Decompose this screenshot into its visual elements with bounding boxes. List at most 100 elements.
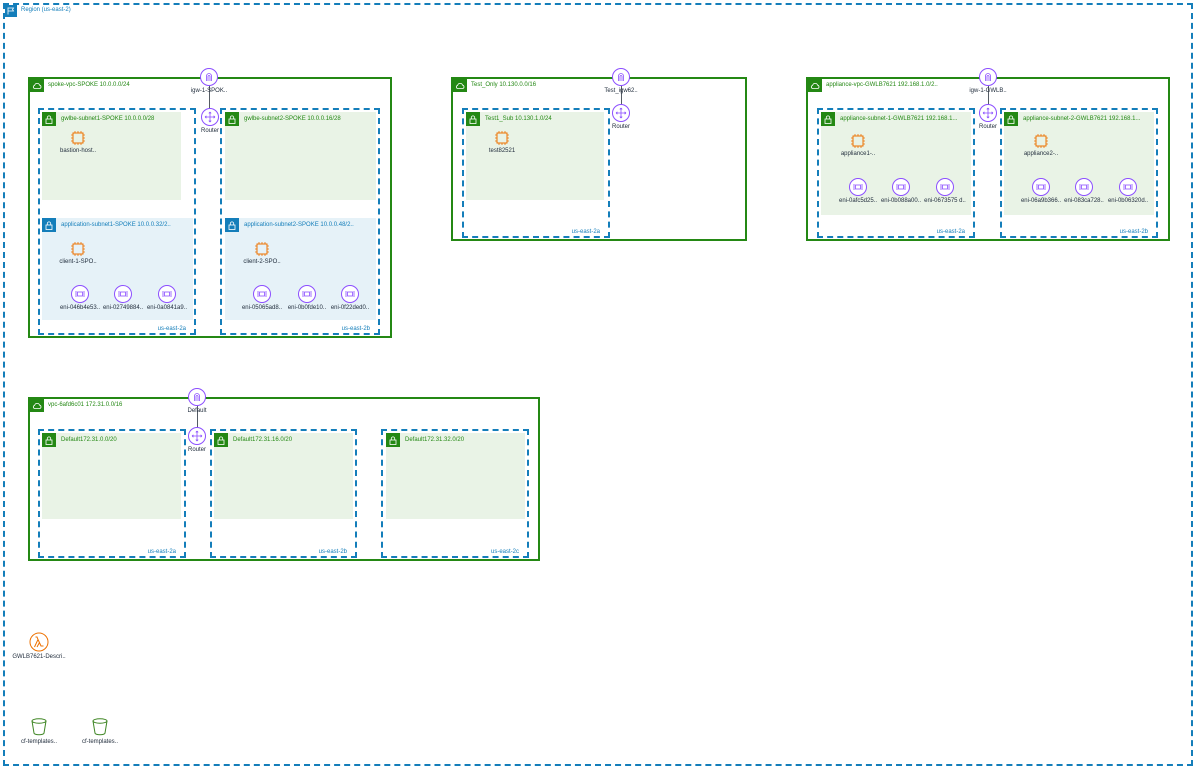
internet-gateway-icon [188,388,206,406]
network-interface-icon [71,285,89,303]
network-interface-icon [892,178,910,196]
az-label: us-east-2b [318,549,347,555]
igw-appliance[interactable]: igw-1-GWLB.. [958,68,1018,94]
lambda-label: GWLB7621-Descri.. [12,654,66,660]
ec2-appliance2[interactable]: appliance2-.. [1011,133,1071,157]
subnet-default-b[interactable]: Default172.31.16.0/20 [214,433,353,519]
az-label: us-east-2a [157,326,186,332]
router-icon [188,427,206,445]
network-interface-icon [1119,178,1137,196]
router-appliance[interactable]: Router [958,104,1018,130]
router-icon [201,108,219,126]
subnet-test1[interactable]: Test1_Sub 10.130.1.0/24 [466,112,604,200]
lock-icon [386,433,400,447]
router-label: Router [611,124,630,130]
region-label: Region (us-east-2) [21,7,71,13]
eni-label: eni-05065ad8.. [241,305,283,311]
eni[interactable]: eni-0a0841a9.. [137,285,197,311]
ec2-instance-icon [1034,134,1048,148]
vpc-label: appliance-vpc-GWLB7621 192.168.1.0/2.. [826,82,938,88]
subnet-label: appliance-subnet-1-GWLB7621 192.168.1... [840,116,958,122]
az-label: us-east-2b [341,326,370,332]
subnet-gwlbe2[interactable]: gwlbe-subnet2-SPOKE 10.0.0.16/28 [225,112,376,200]
az-label: us-east-2a [147,549,176,555]
igw-label: igw-1-GWLB.. [969,88,1007,94]
instance-label: client-2-SPO.. [243,259,281,265]
az-label: us-east-2a [571,229,600,235]
ec2-instance-icon [71,131,85,145]
ec2-instance-icon [255,242,269,256]
router-label: Router [978,124,997,130]
network-interface-icon [936,178,954,196]
subnet-label: Test1_Sub 10.130.1.0/24 [485,116,552,122]
instance-label: client-1-SPO.. [59,259,97,265]
internet-gateway-icon [612,68,630,86]
network-interface-icon [158,285,176,303]
network-interface-icon [849,178,867,196]
eni[interactable]: eni-0f22ded0.. [320,285,380,311]
ec2-bastion[interactable]: bastion-host.. [48,130,108,154]
lock-icon [42,112,56,126]
instance-label: appliance2-.. [1023,151,1059,157]
subnet-label: appliance-subnet-2-GWLB7621 192.168.1... [1023,116,1141,122]
subnet-gwlbe1[interactable]: gwlbe-subnet1-SPOKE 10.0.0.0/28 [42,112,181,200]
az-label: us-east-2b [1119,229,1148,235]
router-default[interactable]: Router [167,427,227,453]
network-interface-icon [114,285,132,303]
internet-gateway-icon [979,68,997,86]
lock-icon [42,433,56,447]
igw-default[interactable]: Default [167,388,227,414]
router-label: Router [200,128,219,134]
lock-icon [225,218,239,232]
eni[interactable]: eni-0673575 d.. [915,178,975,204]
network-interface-icon [1032,178,1050,196]
subnet-label: Default172.31.16.0/20 [233,437,293,443]
ec2-client2[interactable]: client-2-SPO.. [232,241,292,265]
internet-gateway-icon [200,68,218,86]
lambda-icon [29,632,49,652]
subnet-label: Default172.31.0.0/20 [61,437,117,443]
vpc-label: Test_Only 10.130.0.0/16 [471,82,537,88]
ec2-instance-icon [495,131,509,145]
ec2-client1[interactable]: client-1-SPO.. [48,241,108,265]
vpc-label: spoke-vpc-SPOKE 10.0.0.0/24 [48,82,130,88]
igw-label: Test_igw62.. [604,88,638,94]
eni-label: eni-0a0841a9.. [146,305,188,311]
network-interface-icon [298,285,316,303]
lambda-function[interactable]: GWLB7621-Descri.. [9,632,69,660]
ec2-test[interactable]: test82521 [472,130,532,154]
igw-label: Default [187,408,207,414]
vpc-cloud-icon [453,79,467,92]
ec2-instance-icon [71,242,85,256]
subnet-label: gwlbe-subnet2-SPOKE 10.0.0.16/28 [244,116,341,122]
vpc-cloud-icon [30,79,44,92]
eni[interactable]: eni-0b06320d.. [1098,178,1158,204]
router-icon [979,104,997,122]
subnet-label: application-subnet2-SPOKE 10.0.0.48/2.. [244,222,354,228]
instance-label: bastion-host.. [59,148,97,154]
subnet-label: Default172.31.32.0/20 [405,437,465,443]
bucket-label: cf-templates.. [20,739,57,745]
s3-bucket[interactable]: cf-templates.. [9,717,69,745]
s3-bucket[interactable]: cf-templates.. [70,717,130,745]
bucket-label: cf-templates.. [81,739,118,745]
s3-bucket-icon [31,718,47,736]
igw-spoke[interactable]: igw-1-SPOK.. [179,68,239,94]
lock-icon [821,112,835,126]
igw-test[interactable]: Test_igw62.. [591,68,651,94]
router-spoke[interactable]: Router [180,108,240,134]
subnet-default-c[interactable]: Default172.31.32.0/20 [386,433,525,519]
network-interface-icon [1075,178,1093,196]
ec2-appliance1[interactable]: appliance1-.. [828,133,888,157]
s3-bucket-icon [92,718,108,736]
lock-icon [42,218,56,232]
instance-label: appliance1-.. [840,151,876,157]
router-test[interactable]: Router [591,104,651,130]
network-interface-icon [341,285,359,303]
eni-label: eni-0f22ded0.. [330,305,370,311]
lock-icon [466,112,480,126]
subnet-default-a[interactable]: Default172.31.0.0/20 [42,433,181,519]
router-label: Router [187,447,206,453]
eni-label: eni-0673575 d.. [924,198,966,204]
instance-label: test82521 [488,148,516,154]
